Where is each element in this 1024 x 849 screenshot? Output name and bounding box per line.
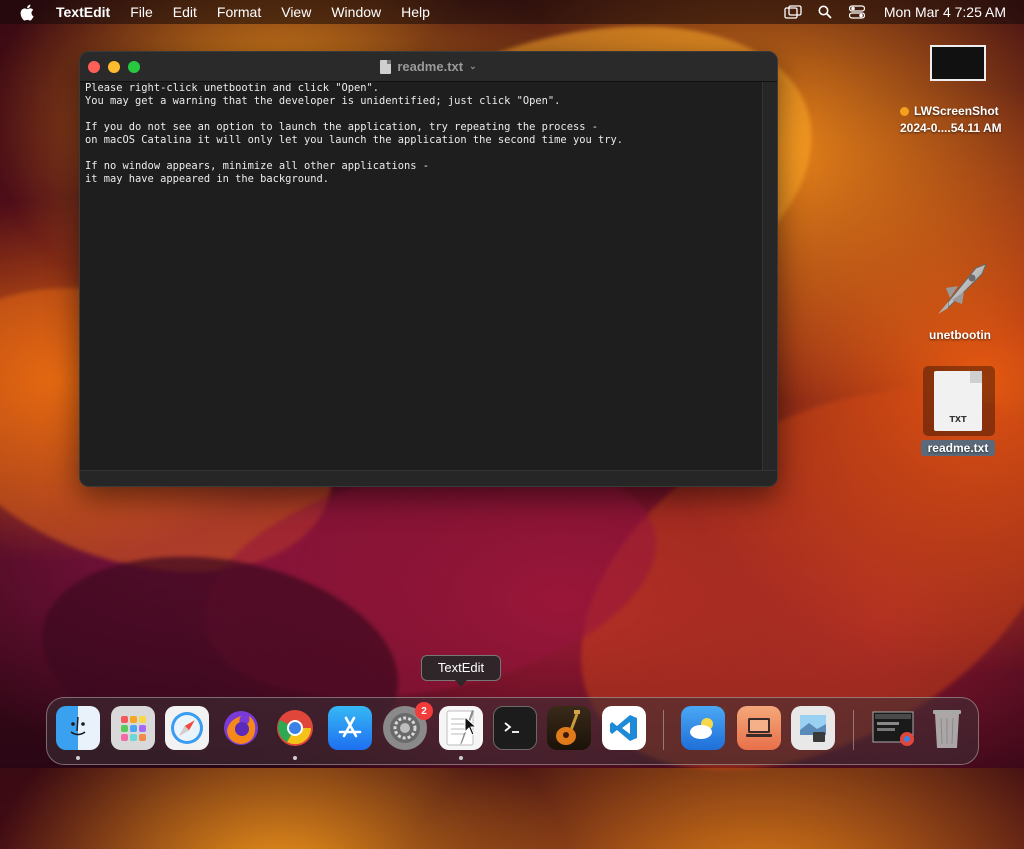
screenshot-file-name[interactable]: LWScreenShot bbox=[900, 104, 1020, 118]
vertical-scrollbar[interactable] bbox=[762, 82, 777, 471]
dock-separator bbox=[663, 710, 664, 750]
screenshot-file-date[interactable]: 2024-0....54.11 AM bbox=[900, 121, 1020, 135]
trash-icon[interactable] bbox=[925, 706, 969, 750]
textedit-window: readme.txt ⌄ Please right-click unetboot… bbox=[79, 51, 778, 487]
system-settings-icon[interactable]: 2 bbox=[383, 702, 433, 750]
firefox-icon[interactable] bbox=[219, 706, 263, 750]
screenshot-stack-icon[interactable] bbox=[871, 706, 917, 750]
finder-icon[interactable] bbox=[56, 706, 100, 750]
running-indicator bbox=[76, 756, 80, 760]
dock: 2 bbox=[46, 697, 979, 765]
menu-window[interactable]: Window bbox=[321, 0, 391, 24]
weather-icon[interactable] bbox=[681, 706, 725, 750]
screen-sharing-icon[interactable] bbox=[737, 706, 781, 750]
dock-separator bbox=[853, 710, 854, 750]
text-line: If no window appears, minimize all other… bbox=[85, 160, 430, 172]
menu-app-name[interactable]: TextEdit bbox=[46, 0, 120, 24]
control-center-icon[interactable] bbox=[848, 4, 866, 20]
menubar-clock[interactable]: Mon Mar 4 7:25 AM bbox=[884, 4, 1006, 20]
window-title-text: readme.txt bbox=[397, 59, 464, 74]
terminal-icon[interactable] bbox=[493, 706, 537, 750]
window-switcher-icon[interactable] bbox=[784, 4, 802, 20]
document-icon bbox=[380, 59, 392, 74]
unetbootin-label[interactable]: unetbootin bbox=[910, 328, 1010, 342]
chrome-icon[interactable] bbox=[273, 706, 317, 750]
menu-view[interactable]: View bbox=[271, 0, 321, 24]
preview-icon[interactable] bbox=[791, 706, 835, 750]
menu-edit[interactable]: Edit bbox=[163, 0, 207, 24]
unetbootin-app-icon[interactable] bbox=[928, 258, 992, 322]
document-text-area[interactable]: Please right-click unetbootin and click … bbox=[80, 82, 763, 471]
window-titlebar[interactable]: readme.txt ⌄ bbox=[80, 52, 777, 82]
text-line: it may have appeared in the background. bbox=[85, 173, 329, 185]
text-line bbox=[85, 147, 763, 160]
running-indicator bbox=[293, 756, 297, 760]
readme-file-icon[interactable]: TXT bbox=[934, 371, 982, 431]
menu-help[interactable]: Help bbox=[391, 0, 440, 24]
file-type-label: TXT bbox=[949, 415, 967, 424]
chevron-down-icon: ⌄ bbox=[469, 61, 477, 71]
readme-file-label[interactable]: readme.txt bbox=[921, 440, 995, 456]
screenshot-thumbnail[interactable] bbox=[930, 45, 986, 81]
text-line: You may get a warning that the developer… bbox=[85, 95, 561, 107]
text-line: Please right-click unetbootin and click … bbox=[85, 82, 380, 94]
orange-tag-icon bbox=[900, 107, 909, 117]
safari-icon[interactable] bbox=[165, 706, 209, 750]
window-title[interactable]: readme.txt ⌄ bbox=[80, 52, 777, 81]
text-line: If you do not see an option to launch th… bbox=[85, 121, 598, 133]
text-line bbox=[85, 108, 763, 121]
vscode-icon[interactable] bbox=[602, 706, 646, 750]
spotlight-search-icon[interactable] bbox=[816, 4, 834, 20]
menu-bar: TextEdit File Edit Format View Window He… bbox=[0, 0, 1024, 24]
dock-tooltip: TextEdit bbox=[421, 655, 501, 687]
text-line: on macOS Catalina it will only let you l… bbox=[85, 134, 623, 146]
garageband-icon[interactable] bbox=[547, 706, 591, 750]
launchpad-icon[interactable] bbox=[111, 706, 155, 750]
running-indicator bbox=[459, 756, 463, 760]
menu-format[interactable]: Format bbox=[207, 0, 271, 24]
notification-badge: 2 bbox=[415, 702, 433, 720]
app-store-icon[interactable] bbox=[328, 706, 372, 750]
menu-file[interactable]: File bbox=[120, 0, 163, 24]
apple-menu-icon[interactable] bbox=[18, 3, 36, 21]
horizontal-scrollbar[interactable] bbox=[80, 470, 777, 486]
